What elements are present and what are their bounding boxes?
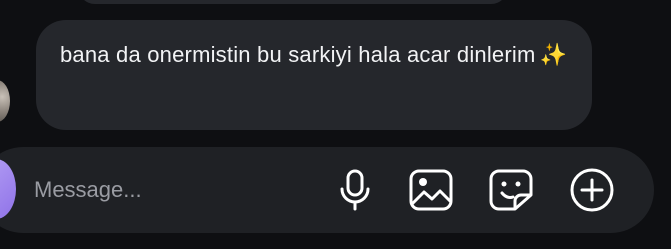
add-button[interactable]: [568, 166, 616, 214]
sticker-icon: [489, 169, 533, 211]
image-icon: [409, 169, 453, 211]
message-text: bana da onermistin bu sarkiyi hala acar …: [60, 42, 536, 67]
message-input[interactable]: [34, 168, 314, 212]
microphone-icon: [340, 169, 370, 211]
incoming-message-bubble[interactable]: bana da onermistin bu sarkiyi hala acar …: [36, 20, 592, 130]
add-icon: [570, 168, 614, 212]
previous-message-bubble: [78, 0, 508, 4]
sender-avatar[interactable]: [0, 80, 10, 122]
direct-message-screen: bana da onermistin bu sarkiyi hala acar …: [0, 0, 671, 249]
sparkles-emoji: ✨: [539, 42, 568, 67]
microphone-button[interactable]: [331, 166, 379, 214]
sticker-button[interactable]: [487, 166, 535, 214]
gallery-button[interactable]: [407, 166, 455, 214]
